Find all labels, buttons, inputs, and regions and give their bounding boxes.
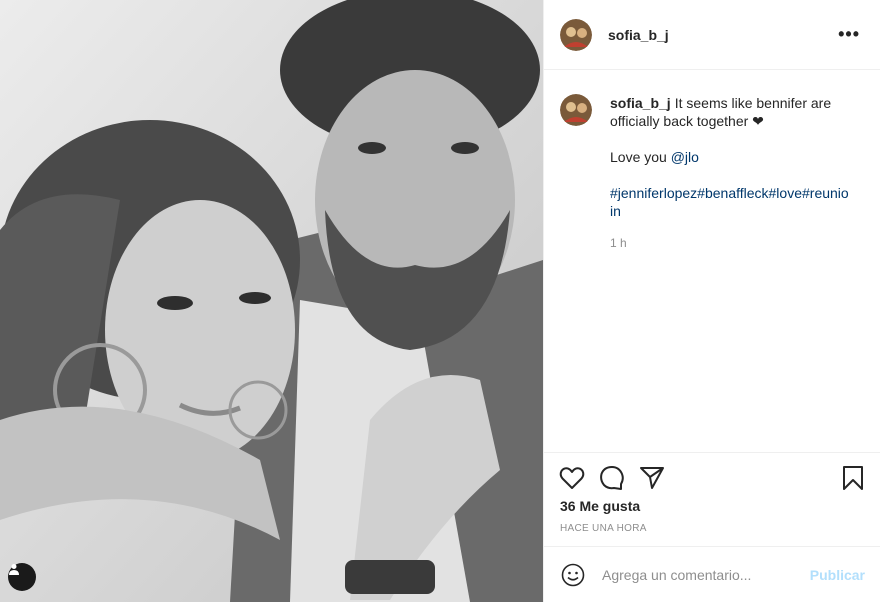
comment-icon[interactable] [598,464,626,492]
post-header: sofia_b_j ••• [544,0,880,70]
heart-icon[interactable] [558,464,586,492]
emoji-icon[interactable] [560,562,586,588]
header-username[interactable]: sofia_b_j [608,27,834,43]
avatar[interactable] [560,18,592,51]
mention-link[interactable]: @jlo [671,149,699,165]
caption-avatar[interactable] [560,94,592,126]
action-bar [544,452,880,502]
post-photo[interactable] [0,0,543,602]
share-icon[interactable] [638,464,666,492]
hashtags[interactable]: #jenniferlopez#benaffleck#love#reunioin [610,185,849,219]
likes-count[interactable]: 36 Me gusta [560,498,640,514]
caption-username[interactable]: sofia_b_j [610,95,671,111]
bookmark-icon[interactable] [839,464,867,492]
caption-time[interactable]: 1 h [610,234,850,252]
love-text: Love you [610,149,667,165]
post-image [0,0,543,602]
add-comment-bar: Publicar [544,546,880,602]
caption: sofia_b_j It seems like bennifer are offi… [610,94,850,252]
post-sidebar: sofia_b_j ••• sofia_b_j It seems like ben… [543,0,880,602]
comment-input[interactable] [602,566,810,583]
publish-button[interactable]: Publicar [810,567,865,583]
more-options-icon[interactable]: ••• [834,24,864,45]
caption-block: sofia_b_j It seems like bennifer are offi… [544,70,880,252]
posted-time[interactable]: HACE UNA HORA [560,523,647,534]
user-tag-icon[interactable] [8,563,36,591]
